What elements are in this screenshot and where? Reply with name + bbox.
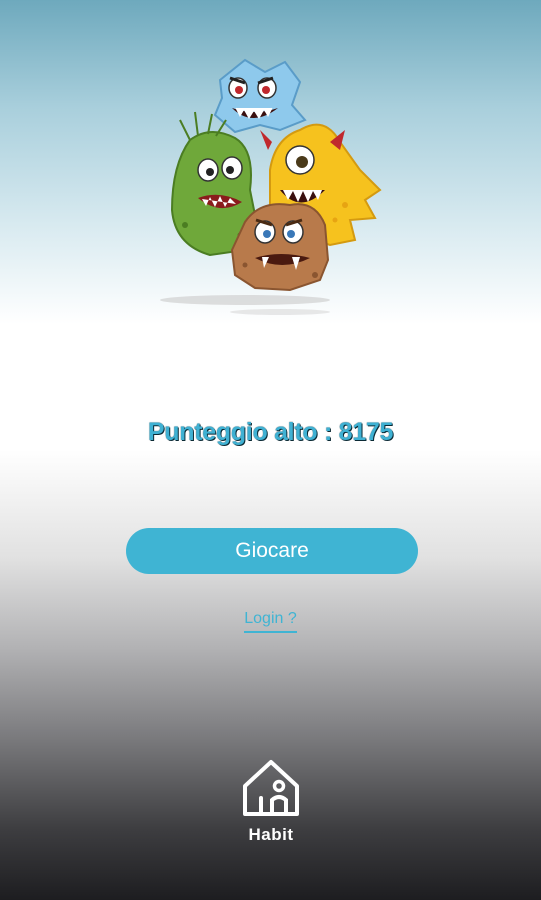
high-score-label: Punteggio alto : 8175 [0,418,541,447]
house-person-icon [243,760,299,816]
monsters-illustration [150,50,390,320]
brand-name: Habit [248,825,294,844]
login-link[interactable]: Login ? [244,610,297,633]
play-button[interactable]: Giocare [126,528,418,574]
high-score-text: Punteggio alto : 8175 [147,418,394,446]
habit-logo: Habit [236,756,306,846]
blue-monster [213,58,307,134]
login-link-container: Login ? [0,610,541,633]
